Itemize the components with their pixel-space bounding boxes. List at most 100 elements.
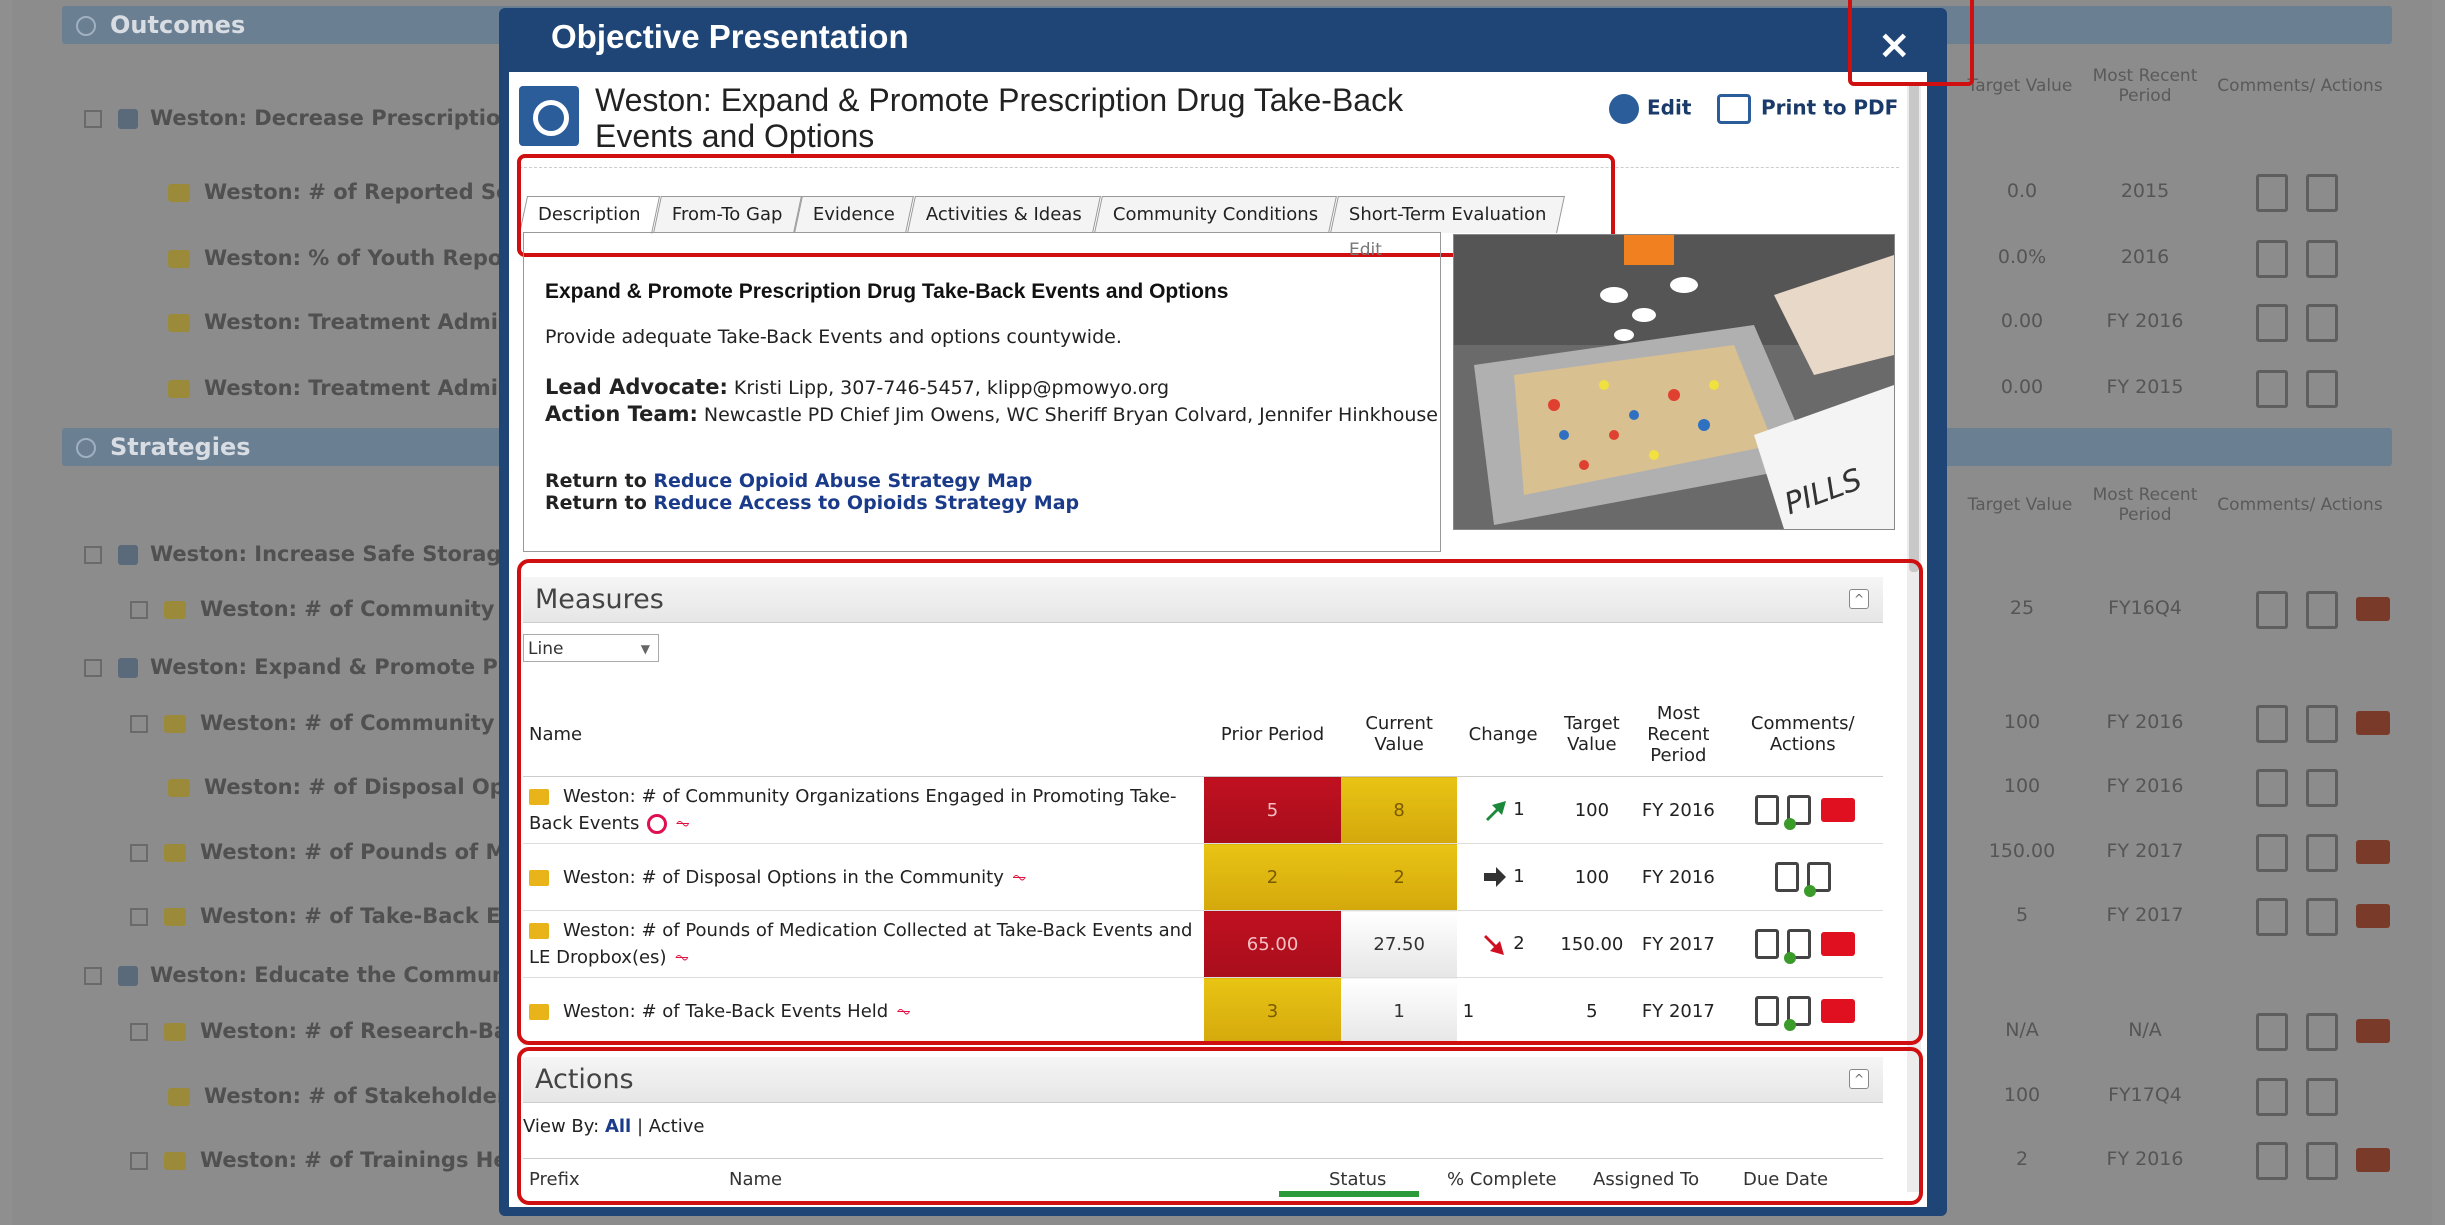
- bg-target-value: 100: [2003, 1084, 2041, 1106]
- add-comment-icon[interactable]: [2306, 1078, 2338, 1116]
- strategy-map-link[interactable]: Reduce Opioid Abuse Strategy Map: [653, 470, 1032, 492]
- comment-icon[interactable]: [2256, 769, 2288, 807]
- folder-icon[interactable]: [2356, 904, 2390, 928]
- measure-icon: [164, 715, 186, 733]
- folder-icon[interactable]: [2356, 840, 2390, 864]
- add-comment-icon[interactable]: [2306, 370, 2338, 408]
- measure-icon: [168, 1088, 190, 1106]
- background-row[interactable]: Weston: # of Stakeholders: [168, 1076, 520, 1116]
- bg-target-value: 2: [2015, 1148, 2029, 1170]
- comment-icon[interactable]: [2256, 834, 2288, 872]
- bg-target-value: 100: [2003, 775, 2041, 797]
- bg-recent-period: FY 2017: [2106, 840, 2184, 862]
- highlight-actions: [517, 1047, 1923, 1205]
- bg-comments-header: Comments/ Actions: [2217, 76, 2383, 96]
- measure-icon: [168, 184, 190, 202]
- folder-icon[interactable]: [2356, 1148, 2390, 1172]
- bg-target-header: Target Value: [1967, 495, 2073, 515]
- objective-icon: [118, 966, 138, 986]
- background-row[interactable]: Weston: # of Community C: [130, 589, 517, 629]
- measure-icon: [164, 844, 186, 862]
- background-row[interactable]: Weston: # of Pounds of Me: [130, 832, 521, 872]
- background-row[interactable]: Weston: # of Disposal Opti: [168, 767, 522, 807]
- background-row[interactable]: Weston: Decrease Prescription Dr: [84, 98, 550, 138]
- background-row[interactable]: Weston: # of Community C: [130, 703, 517, 743]
- edit-button[interactable]: Edit: [1609, 94, 1691, 124]
- folder-icon[interactable]: [2356, 711, 2390, 735]
- background-row[interactable]: Weston: Increase Safe Storage an: [84, 534, 552, 574]
- bg-recent-period: FY 2016: [2106, 1148, 2184, 1170]
- modal-content: Weston: Expand & Promote Prescription Dr…: [509, 72, 1927, 1207]
- folder-icon[interactable]: [2356, 597, 2390, 621]
- bg-recent-period: FY 2016: [2106, 310, 2184, 332]
- comment-icon[interactable]: [2256, 898, 2288, 936]
- background-row[interactable]: Weston: # of Reported Sche: [168, 172, 538, 212]
- add-comment-icon[interactable]: [2306, 174, 2338, 212]
- add-comment-icon[interactable]: [2306, 1013, 2338, 1051]
- objective-icon: [118, 545, 138, 565]
- bg-target-value: 0.0%: [1997, 246, 2047, 268]
- measure-icon: [168, 380, 190, 398]
- objective-modal: Objective Presentation × Weston: Expand …: [499, 8, 1947, 1216]
- bg-comments-header: Comments/ Actions: [2217, 495, 2383, 515]
- add-comment-icon[interactable]: [2306, 769, 2338, 807]
- expand-icon: [84, 659, 102, 677]
- comment-icon[interactable]: [2256, 1078, 2288, 1116]
- bg-recent-period: FY 2017: [2106, 904, 2184, 926]
- comment-icon[interactable]: [2256, 705, 2288, 743]
- add-comment-icon[interactable]: [2306, 591, 2338, 629]
- bg-target-value: 25: [2009, 597, 2035, 619]
- comment-icon[interactable]: [2256, 1013, 2288, 1051]
- expand-icon: [130, 601, 148, 619]
- background-row[interactable]: Weston: Educate the Community a: [84, 955, 559, 995]
- add-comment-icon[interactable]: [2306, 240, 2338, 278]
- strategy-map-link[interactable]: Reduce Access to Opioids Strategy Map: [653, 492, 1079, 514]
- edit-icon: [1609, 94, 1639, 124]
- expand-icon: [84, 546, 102, 564]
- measure-icon: [168, 779, 190, 797]
- background-row[interactable]: Weston: # of Research-Ba: [130, 1011, 508, 1051]
- background-row[interactable]: Weston: # of Trainings Hel: [130, 1140, 515, 1180]
- objective-icon: [118, 109, 138, 129]
- return-link-2: Return to Reduce Access to Opioids Strat…: [545, 492, 1080, 514]
- add-comment-icon[interactable]: [2306, 705, 2338, 743]
- add-comment-icon[interactable]: [2306, 1142, 2338, 1180]
- comment-icon[interactable]: [2256, 370, 2288, 408]
- comment-icon[interactable]: [2256, 174, 2288, 212]
- add-comment-icon[interactable]: [2306, 834, 2338, 872]
- add-comment-icon[interactable]: [2306, 898, 2338, 936]
- background-row[interactable]: Weston: Expand & Promote Presc: [84, 647, 547, 687]
- expand-icon: [130, 715, 148, 733]
- expand-icon: [84, 967, 102, 985]
- bg-recent-period: FY16Q4: [2108, 597, 2182, 619]
- comment-icon[interactable]: [2256, 304, 2288, 342]
- bg-target-value: 0.0: [2006, 180, 2038, 202]
- comment-icon[interactable]: [2256, 1142, 2288, 1180]
- collapse-icon: [76, 16, 96, 36]
- highlight-close: [1848, 0, 1974, 86]
- bg-target-value: 0.00: [2000, 376, 2044, 398]
- expand-icon: [84, 110, 102, 128]
- objective-icon: [519, 86, 579, 146]
- folder-icon[interactable]: [2356, 1019, 2390, 1043]
- background-row[interactable]: Weston: Treatment Admissic: [168, 368, 543, 408]
- description-edit-link[interactable]: Edit: [1349, 240, 1382, 260]
- background-row[interactable]: Weston: Treatment Admissic: [168, 302, 543, 342]
- measure-icon: [164, 601, 186, 619]
- comment-icon[interactable]: [2256, 240, 2288, 278]
- modal-title: Objective Presentation: [551, 18, 909, 55]
- collapse-icon: [76, 438, 96, 458]
- comment-icon[interactable]: [2256, 591, 2288, 629]
- background-row[interactable]: Weston: # of Take-Back Ev: [130, 896, 514, 936]
- printer-icon: [1717, 94, 1751, 124]
- background-row[interactable]: Weston: % of Youth Reporti: [168, 238, 530, 278]
- bg-recent-header: Most Recent Period: [2092, 485, 2198, 525]
- description-text: Provide adequate Take-Back Events and op…: [545, 326, 1122, 348]
- bg-target-value: 150.00: [1988, 840, 2056, 862]
- bg-recent-period: FY17Q4: [2108, 1084, 2182, 1106]
- print-to-pdf-button[interactable]: Print to PDF: [1717, 94, 1898, 124]
- add-comment-icon[interactable]: [2306, 304, 2338, 342]
- scrollbar-thumb[interactable]: [1909, 82, 1919, 572]
- expand-icon: [130, 908, 148, 926]
- objective-icon: [118, 658, 138, 678]
